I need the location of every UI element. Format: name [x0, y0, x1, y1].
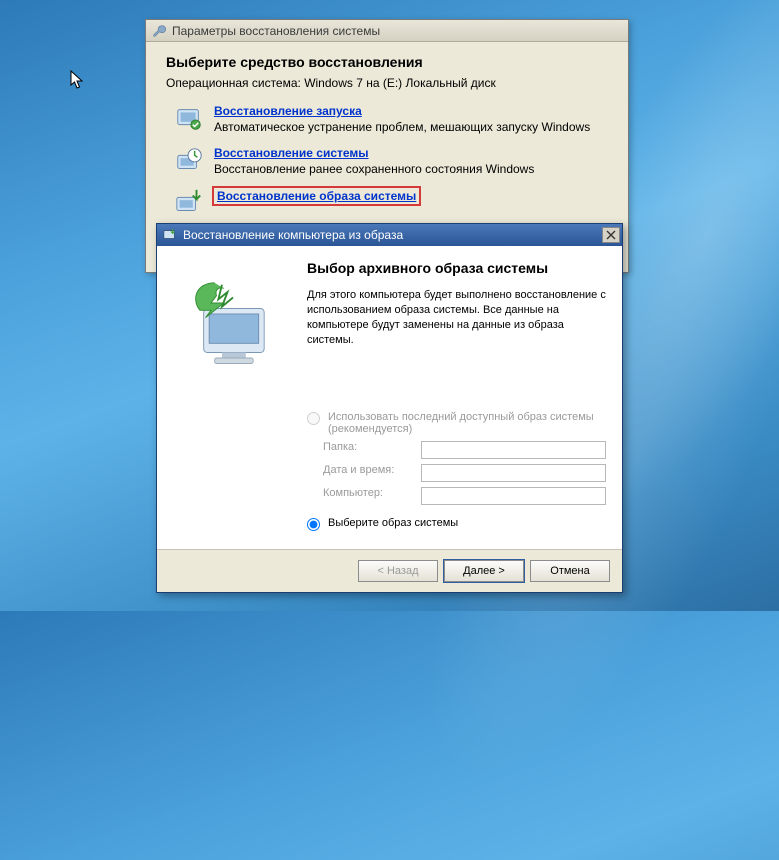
- monitor-restore-icon: [163, 228, 177, 242]
- wizard-heading: Выбор архивного образа системы: [307, 260, 606, 276]
- reimage-wizard-titlebar: Восстановление компьютера из образа: [157, 224, 622, 246]
- wizard-body-text: Для этого компьютера будет выполнено вос…: [307, 288, 606, 347]
- startup-repair-link[interactable]: Восстановление запуска: [214, 104, 362, 118]
- computer-label: Компьютер:: [323, 487, 413, 505]
- cancel-button[interactable]: Отмена: [530, 560, 610, 582]
- wizard-footer: < Назад Далее > Отмена: [157, 549, 622, 592]
- back-button[interactable]: < Назад: [358, 560, 438, 582]
- system-restore-icon: [174, 146, 204, 176]
- datetime-field: [421, 464, 606, 482]
- datetime-label: Дата и время:: [323, 464, 413, 482]
- startup-repair-desc: Автоматическое устранение проблем, мешаю…: [214, 120, 590, 134]
- recovery-subtitle: Операционная система: Windows 7 на (E:) …: [166, 76, 608, 90]
- recovery-options-title: Параметры восстановления системы: [172, 24, 380, 38]
- system-image-icon: [174, 188, 204, 218]
- system-image-recovery-link[interactable]: Восстановление образа системы: [214, 188, 419, 204]
- radio-select-image[interactable]: Выберите образ системы: [307, 517, 606, 531]
- radio-select-image-input[interactable]: [307, 518, 320, 531]
- system-restore-desc: Восстановление ранее сохраненного состоя…: [214, 162, 534, 176]
- radio-use-latest-image[interactable]: Использовать последний доступный образ с…: [307, 411, 606, 435]
- recovery-heading: Выберите средство восстановления: [166, 54, 608, 70]
- option-system-image-recovery[interactable]: Восстановление образа системы: [166, 184, 608, 226]
- close-button[interactable]: [602, 227, 620, 243]
- computer-field: [421, 487, 606, 505]
- radio-select-image-label: Выберите образ системы: [328, 517, 458, 529]
- radio-use-latest-image-input[interactable]: [307, 412, 320, 425]
- option-startup-repair[interactable]: Восстановление запуска Автоматическое ус…: [166, 100, 608, 142]
- option-system-restore[interactable]: Восстановление системы Восстановление ра…: [166, 142, 608, 184]
- folder-label: Папка:: [323, 441, 413, 459]
- folder-field: [421, 441, 606, 459]
- radio-use-latest-image-label: Использовать последний доступный образ с…: [328, 411, 606, 435]
- recovery-options-titlebar: Параметры восстановления системы: [146, 20, 628, 42]
- wrench-icon: [152, 24, 166, 38]
- mouse-cursor: [70, 70, 84, 90]
- startup-repair-icon: [174, 104, 204, 134]
- next-button[interactable]: Далее >: [444, 560, 524, 582]
- reimage-wizard-window: Восстановление компьютера из образа Выбо…: [156, 223, 623, 593]
- wizard-illustration: [173, 260, 293, 537]
- reimage-wizard-title: Восстановление компьютера из образа: [183, 228, 596, 242]
- system-restore-link[interactable]: Восстановление системы: [214, 146, 369, 160]
